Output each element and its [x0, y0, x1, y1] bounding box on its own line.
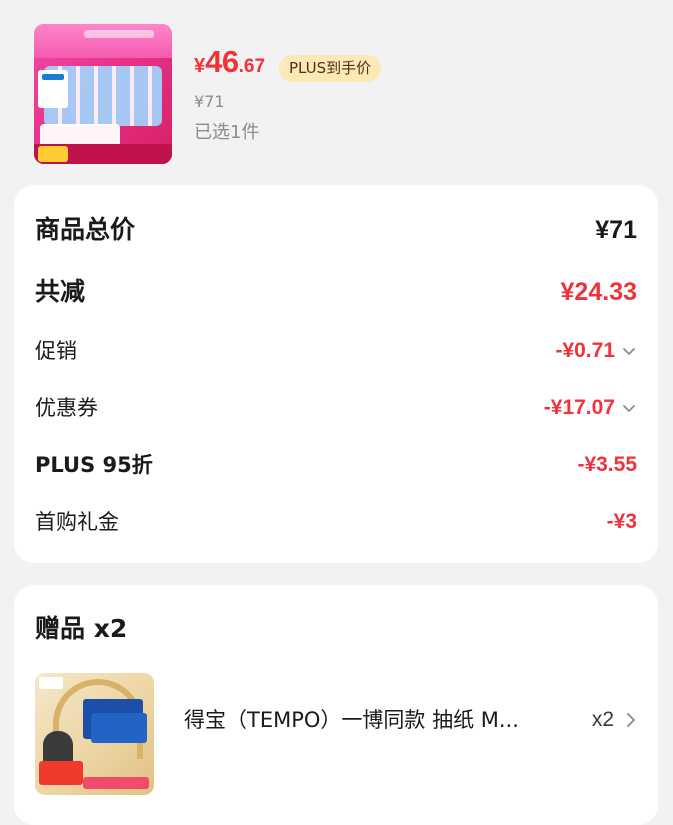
total-price-label: 商品总价 — [35, 215, 136, 244]
plus-price-badge: PLUS到手价 — [279, 55, 382, 82]
total-reduction-value: ¥24.33 — [560, 278, 637, 306]
chevron-right-icon[interactable] — [622, 711, 640, 729]
gifts-card: 赠品 x2 得宝（TEMPO）一博同款 抽纸 M... x2 — [14, 585, 658, 825]
price-decimal: .67 — [238, 56, 266, 77]
coupon-value: -¥17.07 — [543, 396, 615, 419]
total-reduction-label: 共减 — [35, 277, 86, 306]
price-summary-card: 商品总价 ¥71 共减 ¥24.33 促销 -¥0.71 优惠券 -¥17.07… — [14, 185, 658, 563]
gift-item-quantity: x2 — [591, 708, 614, 731]
total-price-value: ¥71 — [595, 216, 637, 244]
gifts-title: 赠品 x2 — [35, 614, 128, 643]
gift-image[interactable] — [35, 673, 154, 795]
selected-count: 已选1件 — [194, 122, 260, 143]
promotion-value: -¥0.71 — [555, 339, 615, 362]
original-price: ¥71 — [194, 92, 225, 111]
coupon-label: 优惠券 — [35, 396, 98, 420]
chevron-down-icon[interactable] — [621, 400, 637, 416]
total-reduction-row: 共减 ¥24.33 — [35, 272, 637, 312]
chevron-down-icon[interactable] — [621, 343, 637, 359]
total-price-row: 商品总价 ¥71 — [35, 210, 637, 250]
price-integer: 46 — [205, 44, 239, 79]
promotion-row[interactable]: 促销 -¥0.71 — [35, 331, 637, 371]
plus-discount-value: -¥3.55 — [577, 453, 637, 476]
product-image[interactable] — [34, 24, 172, 164]
plus-discount-row: PLUS 95折 -¥3.55 — [35, 445, 637, 485]
first-buy-gift-value: -¥3 — [606, 510, 637, 533]
promotion-label: 促销 — [35, 339, 77, 363]
plus-discount-label: PLUS 95折 — [35, 453, 153, 477]
gift-item-name: 得宝（TEMPO）一博同款 抽纸 M... — [184, 708, 519, 732]
first-buy-gift-row: 首购礼金 -¥3 — [35, 502, 637, 542]
coupon-row[interactable]: 优惠券 -¥17.07 — [35, 388, 637, 428]
current-price: ¥46.67 — [194, 46, 265, 77]
gift-item[interactable]: 得宝（TEMPO）一博同款 抽纸 M... x2 — [14, 671, 658, 795]
first-buy-gift-label: 首购礼金 — [35, 510, 119, 534]
product-header: ¥46.67 PLUS到手价 ¥71 已选1件 — [0, 0, 673, 180]
price-currency: ¥ — [194, 55, 206, 77]
